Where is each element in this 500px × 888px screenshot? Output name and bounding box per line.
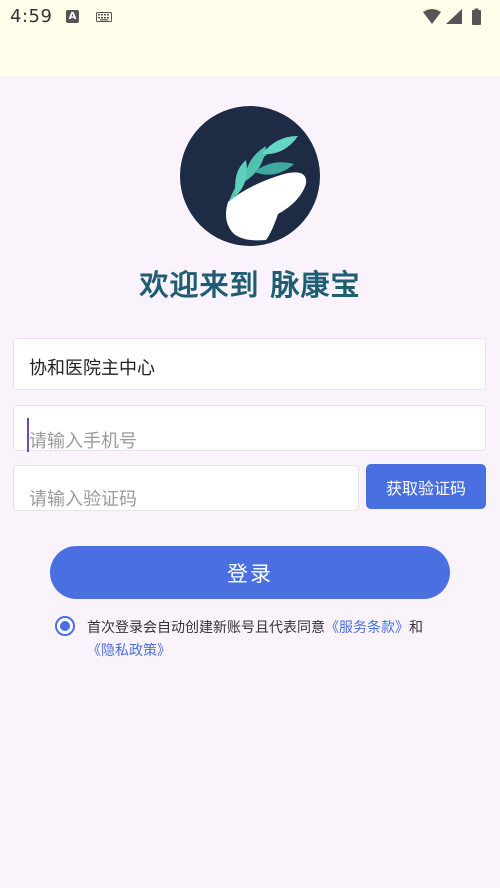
agreement-text: 首次登录会自动创建新账号且代表同意《服务条款》和 [87, 617, 423, 637]
agreement-prefix: 首次登录会自动创建新账号且代表同意 [87, 620, 325, 636]
verification-code-input[interactable]: 请输入验证码 [13, 465, 359, 511]
phone-input[interactable]: 请输入手机号 [13, 405, 486, 452]
agreement-radio-dot [60, 621, 70, 631]
hospital-field-value: 协和医院主中心 [29, 358, 155, 379]
welcome-title: 欢迎来到 脉康宝 [139, 268, 361, 302]
status-bar: 4:59 A [0, 0, 500, 76]
app-logo [180, 106, 320, 246]
verification-code-placeholder: 请输入验证码 [29, 489, 137, 510]
terms-link[interactable]: 《服务条款》 [325, 620, 409, 636]
login-button[interactable]: 登录 [50, 546, 450, 599]
privacy-link[interactable]: 《隐私政策》 [87, 643, 171, 659]
agreement-text-line2: 《隐私政策》 [87, 640, 171, 660]
get-code-button[interactable]: 获取验证码 [366, 464, 486, 509]
hospital-field[interactable]: 协和医院主中心 [13, 338, 486, 390]
agreement-and: 和 [409, 620, 423, 636]
accessibility-notification-icon: A [66, 10, 79, 23]
keyboard-icon [96, 12, 112, 22]
wifi-icon [423, 9, 441, 24]
status-time: 4:59 [10, 6, 53, 27]
agreement-radio[interactable] [55, 616, 75, 636]
signal-battery-icons [423, 8, 481, 25]
cellular-signal-icon [446, 9, 462, 24]
phone-input-placeholder: 请输入手机号 [29, 431, 137, 452]
battery-icon [472, 10, 481, 25]
